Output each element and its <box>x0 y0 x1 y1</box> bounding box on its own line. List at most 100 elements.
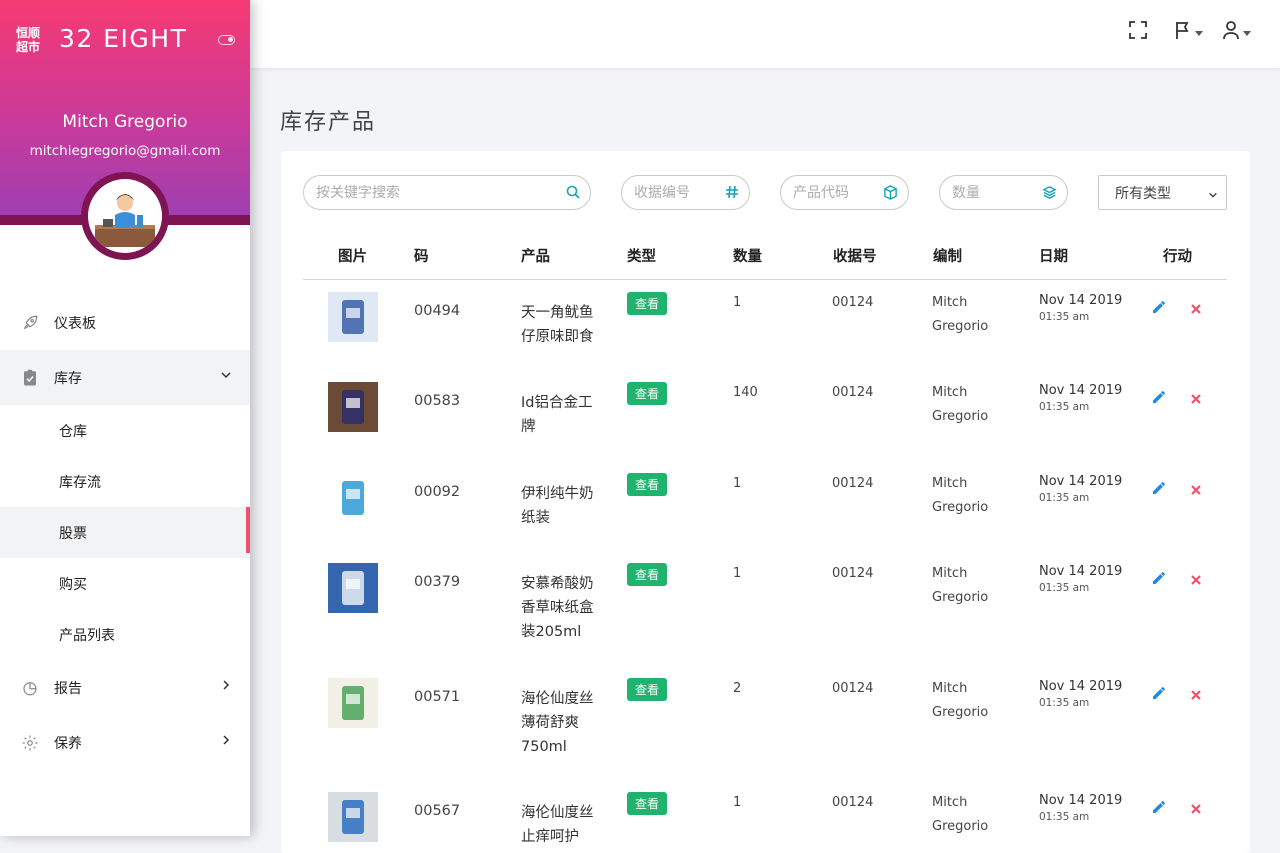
rocket-icon <box>20 313 40 333</box>
view-badge[interactable]: 查看 <box>627 563 668 586</box>
prepared-by: Mitch Gregorio <box>932 566 989 605</box>
avatar-illustration <box>88 179 162 253</box>
prepared-by: Mitch Gregorio <box>932 385 989 424</box>
date-cell: Nov 14 2019 01:35 am <box>1039 564 1122 594</box>
sidebar-item-inventory[interactable]: 库存 <box>0 350 250 405</box>
product-name: 海伦仙度丝止痒呵护 <box>521 805 594 845</box>
box-icon <box>883 185 898 204</box>
time: 01:35 am <box>1039 311 1090 323</box>
flag-icon <box>1174 20 1192 44</box>
prepared-by: Mitch Gregorio <box>932 295 989 334</box>
sidebar-subitem-stocks[interactable]: 股票 <box>0 507 250 558</box>
product-thumbnail[interactable] <box>328 563 378 613</box>
sidebar-subitem-warehouse[interactable]: 仓库 <box>0 405 250 456</box>
quantity: 1 <box>733 476 742 491</box>
sidebar-item-dashboard[interactable]: 仪表板 <box>0 295 250 350</box>
search-field[interactable] <box>303 175 591 210</box>
edit-icon[interactable] <box>1151 389 1167 409</box>
quantity: 2 <box>733 681 742 696</box>
quantity: 140 <box>733 385 758 400</box>
gear-icon <box>20 733 40 753</box>
fullscreen-icon[interactable] <box>1128 20 1148 40</box>
sidebar-item-label: 仪表板 <box>54 315 96 332</box>
date-cell: Nov 14 2019 01:35 am <box>1039 793 1122 823</box>
column-header-action[interactable]: 行动 <box>1163 245 1192 266</box>
column-header-image[interactable]: 图片 <box>338 245 367 266</box>
column-header-product[interactable]: 产品 <box>521 245 550 266</box>
delete-icon[interactable] <box>1190 571 1202 590</box>
type-badge-cell: 查看 <box>627 563 668 586</box>
view-badge[interactable]: 查看 <box>627 678 668 701</box>
sidebar-toggle-icon[interactable] <box>218 35 235 45</box>
date-cell: Nov 14 2019 01:35 am <box>1039 383 1122 413</box>
date-cell: Nov 14 2019 01:35 am <box>1039 293 1122 323</box>
logo[interactable]: 恒顺超市 <box>16 26 46 54</box>
sidebar-menu: 仪表板 库存 仓库 库存流 股票 购买 产品列表 报告 保养 <box>0 295 250 770</box>
view-badge[interactable]: 查看 <box>627 792 668 815</box>
type-badge-cell: 查看 <box>627 473 668 496</box>
delete-icon[interactable] <box>1190 390 1202 409</box>
user-dropdown[interactable] <box>1222 20 1251 44</box>
user-icon <box>1222 20 1240 44</box>
product-thumbnail[interactable] <box>328 792 378 842</box>
edit-icon[interactable] <box>1151 685 1167 705</box>
sidebar-subitem-stock-flow[interactable]: 库存流 <box>0 456 250 507</box>
sidebar-item-maintenance[interactable]: 保养 <box>0 715 250 770</box>
time: 01:35 am <box>1039 697 1090 709</box>
edit-icon[interactable] <box>1151 799 1167 819</box>
column-header-type[interactable]: 类型 <box>627 245 656 266</box>
column-header-date[interactable]: 日期 <box>1039 245 1068 266</box>
prepared-by: Mitch Gregorio <box>932 681 989 720</box>
chevron-right-icon <box>220 734 232 750</box>
time: 01:35 am <box>1039 492 1090 504</box>
table-header: 图片 码 产品 类型 数量 收据号 编制 日期 行动 <box>303 237 1227 280</box>
quantity-field[interactable] <box>939 175 1068 210</box>
product-name: 安慕希酸奶香草味纸盒装205ml <box>521 576 594 640</box>
column-header-maker[interactable]: 编制 <box>933 245 962 266</box>
sidebar-subitem-purchase[interactable]: 购买 <box>0 558 250 609</box>
column-header-code[interactable]: 码 <box>414 245 429 266</box>
edit-icon[interactable] <box>1151 570 1167 590</box>
avatar[interactable] <box>81 172 169 260</box>
edit-icon[interactable] <box>1151 299 1167 319</box>
receipt-number-field[interactable] <box>621 175 750 210</box>
flag-dropdown[interactable] <box>1174 20 1203 44</box>
sidebar-item-label: 库存 <box>54 370 82 387</box>
quantity: 1 <box>733 566 742 581</box>
time: 01:35 am <box>1039 811 1090 823</box>
hash-icon <box>725 185 739 203</box>
column-header-receipt[interactable]: 收据号 <box>833 245 877 266</box>
date: Nov 14 2019 <box>1039 293 1123 308</box>
product-thumbnail[interactable] <box>328 678 378 728</box>
time: 01:35 am <box>1039 582 1090 594</box>
chevron-right-icon <box>220 679 232 695</box>
receipt-number: 00124 <box>832 566 874 581</box>
brand-name[interactable]: 32 EIGHT <box>59 24 187 53</box>
type-select[interactable]: 所有类型 <box>1098 175 1227 210</box>
product-code: 00494 <box>414 303 461 319</box>
receipt-number: 00124 <box>832 795 874 810</box>
delete-icon[interactable] <box>1190 481 1202 500</box>
product-code-field[interactable] <box>780 175 909 210</box>
delete-icon[interactable] <box>1190 686 1202 705</box>
edit-icon[interactable] <box>1151 480 1167 500</box>
product-code: 00092 <box>414 484 461 500</box>
view-badge[interactable]: 查看 <box>627 473 668 496</box>
prepared-by: Mitch Gregorio <box>932 476 989 515</box>
column-header-quantity[interactable]: 数量 <box>733 245 762 266</box>
delete-icon[interactable] <box>1190 300 1202 319</box>
prepared-by: Mitch Gregorio <box>932 795 989 834</box>
sidebar-subitem-product-list[interactable]: 产品列表 <box>0 609 250 660</box>
receipt-number: 00124 <box>832 681 874 696</box>
product-thumbnail[interactable] <box>328 292 378 342</box>
delete-icon[interactable] <box>1190 800 1202 819</box>
sidebar-item-reports[interactable]: 报告 <box>0 660 250 715</box>
receipt-number: 00124 <box>832 295 874 310</box>
view-badge[interactable]: 查看 <box>627 382 668 405</box>
receipt-number: 00124 <box>832 385 874 400</box>
user-email: mitchiegregorio@gmail.com <box>29 143 221 159</box>
product-thumbnail[interactable] <box>328 473 378 523</box>
view-badge[interactable]: 查看 <box>627 292 668 315</box>
product-thumbnail[interactable] <box>328 382 378 432</box>
search-input[interactable] <box>316 184 590 201</box>
